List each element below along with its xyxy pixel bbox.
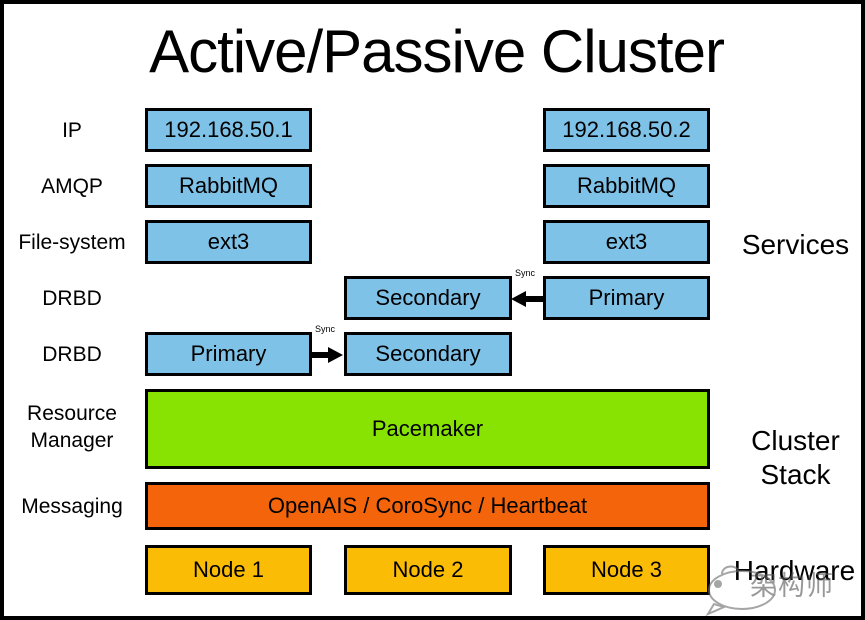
box-drbd-upper-primary-label: Primary: [588, 285, 665, 310]
side-label-cluster-stack-line1: Cluster: [751, 425, 840, 456]
row-label-amqp: AMQP: [41, 175, 103, 198]
box-filesystem-right-label: ext3: [605, 229, 648, 254]
box-node-2-label: Node 2: [392, 557, 464, 582]
side-label-cluster-stack: Cluster Stack: [722, 424, 861, 492]
box-drbd-upper-primary[interactable]: Primary: [543, 276, 710, 320]
box-filesystem-left[interactable]: ext3: [145, 220, 312, 264]
box-node-1[interactable]: Node 1: [145, 545, 312, 595]
diagram-canvas: Active/Passive Cluster IP AMQP File-syst…: [0, 0, 865, 620]
side-label-cluster-stack-line2: Stack: [760, 459, 831, 490]
box-drbd-upper-secondary-label: Secondary: [375, 285, 481, 310]
sync-label-lower: Sync: [315, 324, 336, 334]
side-label-hardware: Hardware: [733, 555, 856, 586]
box-filesystem-right[interactable]: ext3: [543, 220, 710, 264]
page-title: Active/Passive Cluster: [149, 18, 725, 85]
box-amqp-right-label: RabbitMQ: [576, 173, 677, 198]
box-drbd-lower-primary-label: Primary: [190, 341, 267, 366]
box-amqp-right[interactable]: RabbitMQ: [543, 164, 710, 208]
box-pacemaker[interactable]: Pacemaker: [145, 389, 710, 469]
box-messaging[interactable]: OpenAIS / CoroSync / Heartbeat: [145, 482, 710, 530]
box-pacemaker-label: Pacemaker: [371, 416, 484, 441]
sync-label-upper: Sync: [515, 268, 536, 278]
box-drbd-lower-secondary-label: Secondary: [375, 341, 481, 366]
box-ip-left-label: 192.168.50.1: [164, 117, 293, 142]
row-label-drbd-lower: DRBD: [42, 343, 102, 366]
box-ip-right[interactable]: 192.168.50.2: [543, 108, 710, 152]
sync-arrow-lower-right-icon: [309, 343, 345, 367]
box-drbd-lower-primary[interactable]: Primary: [145, 332, 312, 376]
box-messaging-label: OpenAIS / CoroSync / Heartbeat: [267, 493, 588, 518]
box-node-2[interactable]: Node 2: [344, 545, 512, 595]
side-label-services: Services: [741, 229, 850, 260]
row-label-resource-manager-line2: Manager: [30, 429, 114, 452]
box-node-1-label: Node 1: [193, 557, 264, 582]
box-ip-left[interactable]: 192.168.50.1: [145, 108, 312, 152]
box-ip-right-label: 192.168.50.2: [562, 117, 691, 142]
row-label-resource-manager-line1: Resource: [27, 402, 117, 425]
box-node-3-label: Node 3: [591, 557, 662, 582]
box-drbd-upper-secondary[interactable]: Secondary: [344, 276, 512, 320]
box-filesystem-left-label: ext3: [207, 229, 250, 254]
row-label-file-system: File-system: [18, 231, 126, 254]
box-amqp-left-label: RabbitMQ: [178, 173, 279, 198]
row-label-resource-manager: Resource Manager: [4, 400, 140, 454]
row-label-ip: IP: [62, 119, 82, 142]
box-node-3[interactable]: Node 3: [543, 545, 710, 595]
row-label-drbd-upper: DRBD: [42, 287, 102, 310]
box-amqp-left[interactable]: RabbitMQ: [145, 164, 312, 208]
sync-arrow-upper-left-icon: [509, 287, 545, 311]
row-label-messaging: Messaging: [21, 495, 123, 518]
box-drbd-lower-secondary[interactable]: Secondary: [344, 332, 512, 376]
